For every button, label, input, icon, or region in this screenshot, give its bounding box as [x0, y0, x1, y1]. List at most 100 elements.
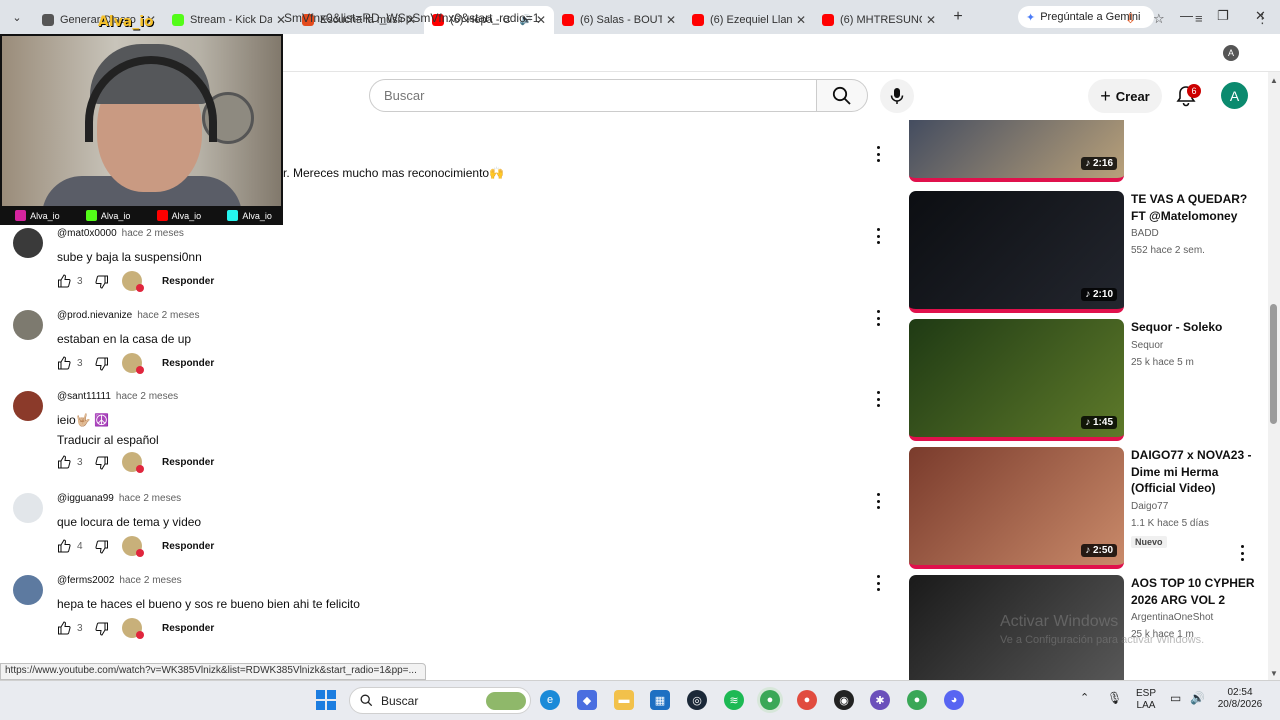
bookmark-star-icon[interactable]: ☆ [1153, 11, 1165, 27]
reply-button[interactable]: Responder [162, 541, 214, 552]
comment-author[interactable]: @sant11111 hace 2 meses [57, 391, 178, 402]
chrome-alt-icon[interactable]: ● [797, 690, 817, 710]
commenter-avatar[interactable] [13, 493, 43, 523]
comment-time[interactable]: hace 2 meses [119, 493, 181, 504]
browser-tab[interactable]: (6) MHTRESUNO ✕ [814, 6, 944, 34]
browser-tab[interactable]: (6) Salas - BOUT ✕ [554, 6, 684, 34]
comment-time[interactable]: hace 2 meses [119, 575, 181, 586]
minimize-icon[interactable]: — [1180, 8, 1193, 23]
comment-more-icon[interactable] [876, 228, 880, 244]
like-icon[interactable] [57, 356, 71, 370]
video-title[interactable]: TE VAS A QUEDAR? FT @Matelomoney [1131, 191, 1255, 224]
comment-author[interactable]: @prod.nievanize hace 2 meses [57, 310, 199, 321]
comment-author[interactable]: @mat0x0000 hace 2 meses [57, 228, 184, 239]
video-title[interactable]: DAIGO77 x NOVA23 - Dime mi Herma (Offici… [1131, 447, 1255, 497]
url-field[interactable]: SmVfnx0&list=RD_WSpSmVfnx0&start_radio=1 [284, 11, 539, 25]
comment-more-icon[interactable] [876, 146, 880, 162]
dislike-icon[interactable] [95, 456, 109, 470]
video-title[interactable]: AOS TOP 10 CYPHER 2026 ARG VOL 2 [1131, 575, 1255, 608]
install-app-icon[interactable]: ⇩ [1125, 11, 1136, 27]
clock[interactable]: 02:54 20/8/2026 [1213, 687, 1267, 711]
like-icon[interactable] [57, 455, 71, 469]
video-title[interactable]: Sequor - Soleko [1131, 319, 1255, 336]
network-icon[interactable]: ▭ [1170, 692, 1181, 704]
reply-button[interactable]: Responder [162, 623, 214, 634]
comment-author[interactable]: @igguana99 hace 2 meses [57, 493, 181, 504]
close-tab-icon[interactable]: ✕ [796, 13, 806, 27]
reply-button[interactable]: Responder [162, 457, 214, 468]
like-icon[interactable] [57, 274, 71, 288]
language-indicator[interactable]: ESP LAA [1136, 688, 1156, 712]
chrome-icon[interactable]: ● [760, 690, 780, 710]
comment-time[interactable]: hace 2 meses [137, 310, 199, 321]
volume-icon[interactable]: 🔊 [1190, 692, 1205, 704]
like-icon[interactable] [57, 539, 71, 553]
comment-author[interactable]: @ferms2002 hace 2 meses [57, 575, 182, 586]
video-more-icon[interactable] [1240, 545, 1244, 561]
commenter-avatar[interactable] [13, 228, 43, 258]
like-icon[interactable] [57, 621, 71, 635]
media-control-icon[interactable]: ≡ [1195, 11, 1203, 26]
spotify-icon[interactable]: ≋ [724, 690, 744, 710]
channel-name[interactable]: ArgentinaOneShot [1131, 612, 1213, 623]
store-icon[interactable]: ▦ [650, 690, 670, 710]
browser-tab[interactable]: Stream - Kick Da ✕ [164, 6, 294, 34]
search-button[interactable] [816, 79, 868, 112]
author-handle[interactable]: @prod.nievanize [57, 310, 132, 321]
steam-icon[interactable]: ◎ [687, 690, 707, 710]
recommended-video[interactable]: ♪ 1:45 Sequor - Soleko Sequor 25 k hace … [909, 319, 1259, 441]
browser-tab[interactable]: (6) Ezequiel Llan ✕ [684, 6, 814, 34]
comment-more-icon[interactable] [876, 391, 880, 407]
edge-icon[interactable]: e [540, 690, 560, 710]
author-handle[interactable]: @sant11111 [57, 391, 111, 402]
new-tab-button[interactable]: + [944, 8, 972, 26]
comment-more-icon[interactable] [876, 310, 880, 326]
browser-profile-avatar[interactable]: A [1223, 45, 1239, 61]
commenter-avatar[interactable] [13, 391, 43, 421]
taskbar-search[interactable]: Buscar [349, 687, 531, 714]
channel-name[interactable]: Sequor [1131, 340, 1163, 351]
comment-more-icon[interactable] [876, 575, 880, 591]
recommended-video[interactable]: ♪ 2:10 TE VAS A QUEDAR? FT @Matelomoney … [909, 191, 1259, 313]
discord-icon[interactable]: ◕ [944, 690, 964, 710]
voice-search-button[interactable] [880, 79, 914, 113]
channel-name[interactable]: BADD [1131, 228, 1159, 239]
scrollbar-thumb[interactable] [1270, 304, 1277, 424]
author-handle[interactable]: @ferms2002 [57, 575, 114, 586]
copilot-icon[interactable]: ◆ [577, 690, 597, 710]
recommended-video[interactable]: ♪ 2:50 DAIGO77 x NOVA23 - Dime mi Herma … [909, 447, 1259, 569]
dislike-icon[interactable] [95, 275, 109, 289]
create-button[interactable]: + Crear [1088, 79, 1162, 113]
browser-menu-icon[interactable]: ⋮ [1256, 11, 1269, 27]
chrome-profile-icon[interactable]: ● [907, 690, 927, 710]
tab-search-icon[interactable]: ⌄ [0, 0, 34, 34]
commenter-avatar[interactable] [13, 575, 43, 605]
video-thumbnail[interactable]: ♪ 2:16 [909, 120, 1124, 182]
dislike-icon[interactable] [95, 540, 109, 554]
reply-button[interactable]: Responder [162, 358, 214, 369]
search-input[interactable]: Buscar [369, 79, 816, 112]
close-tab-icon[interactable]: ✕ [666, 13, 676, 27]
comment-more-icon[interactable] [876, 493, 880, 509]
scroll-up-icon[interactable]: ▲ [1270, 76, 1278, 85]
scroll-down-icon[interactable]: ▼ [1270, 669, 1278, 678]
video-thumbnail[interactable]: ♪ 1:45 [909, 319, 1124, 441]
app-icon[interactable]: ✱ [870, 690, 890, 710]
dislike-icon[interactable] [95, 622, 109, 636]
comment-time[interactable]: hace 2 meses [116, 391, 178, 402]
obs-icon[interactable]: ◉ [834, 690, 854, 710]
tray-chevron-icon[interactable]: ⌃ [1080, 692, 1089, 704]
recommended-video[interactable]: ♪ 2:16 [909, 120, 1259, 182]
reply-button[interactable]: Responder [162, 276, 214, 287]
file-explorer-icon[interactable]: ▬ [614, 690, 634, 710]
user-avatar[interactable]: A [1221, 82, 1248, 109]
comment-time[interactable]: hace 2 meses [122, 228, 184, 239]
video-thumbnail[interactable]: ♪ 2:50 [909, 447, 1124, 569]
author-handle[interactable]: @igguana99 [57, 493, 114, 504]
dislike-icon[interactable] [95, 357, 109, 371]
author-handle[interactable]: @mat0x0000 [57, 228, 117, 239]
commenter-avatar[interactable] [13, 310, 43, 340]
channel-name[interactable]: Daigo77 [1131, 501, 1168, 512]
maximize-icon[interactable]: ❐ [1217, 8, 1229, 24]
video-thumbnail[interactable]: ♪ 2:10 [909, 191, 1124, 313]
